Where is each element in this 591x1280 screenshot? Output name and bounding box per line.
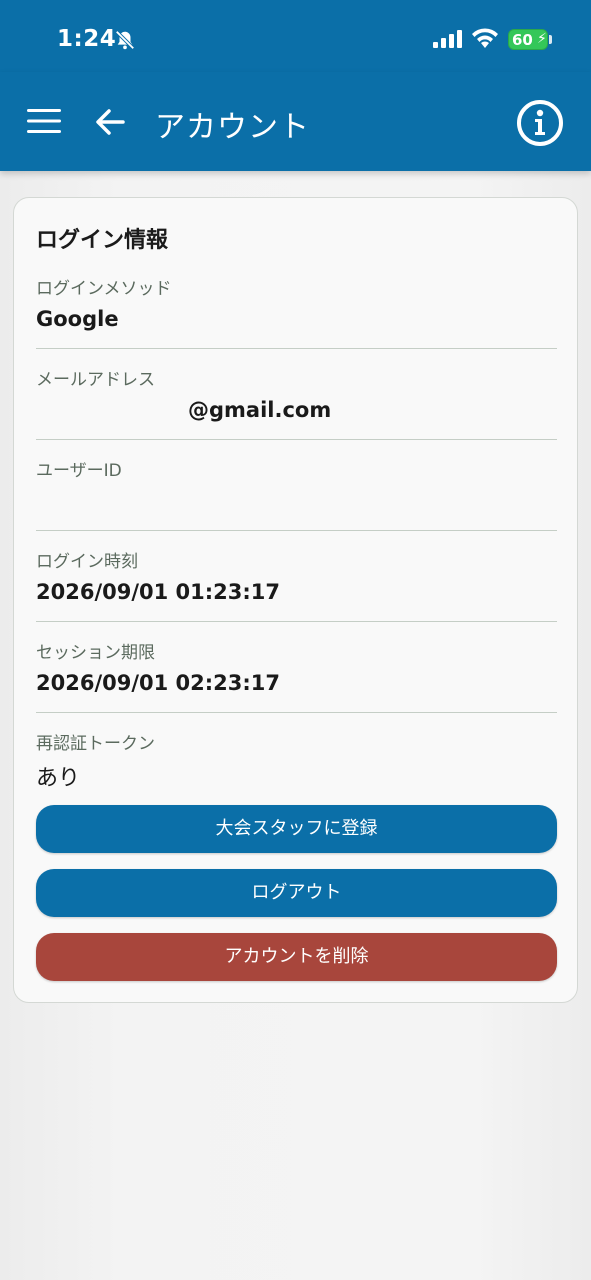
field-label: ユーザーID — [36, 461, 122, 481]
login-time-field: ログイン時刻 2026/09/01 01:23:17 — [36, 547, 557, 604]
status-time: 1:24 — [57, 26, 117, 52]
account-screen: 1:24 60 ⚡ アカウント ログイン情報 ログインメソッド Google メ… — [0, 0, 591, 1280]
session-expiry-field: セッション期限 2026/09/01 02:23:17 — [36, 638, 557, 695]
field-label: ログイン時刻 — [36, 552, 138, 572]
field-label: 再認証トークン — [36, 734, 155, 754]
email-field: メールアドレス @gmail.com — [36, 365, 557, 422]
field-value: Google — [36, 307, 119, 331]
reauth-token-field: 再認証トークン あり — [36, 729, 557, 792]
bell-slash-icon — [115, 30, 135, 50]
login-info-card: ログイン情報 ログインメソッド Google メールアドレス @gmail.co… — [13, 197, 578, 1003]
field-label: セッション期限 — [36, 643, 155, 663]
divider — [36, 621, 557, 622]
divider — [36, 712, 557, 713]
battery-level: 60 — [512, 31, 533, 49]
field-label: メールアドレス — [36, 370, 155, 390]
field-value: 2026/09/01 02:23:17 — [36, 671, 281, 695]
battery-cap — [549, 35, 552, 44]
register-staff-button[interactable]: 大会スタッフに登録 — [36, 805, 557, 853]
cellular-signal-icon — [433, 30, 462, 48]
divider — [36, 348, 557, 349]
hamburger-menu-icon[interactable] — [27, 108, 61, 134]
app-bar: アカウント — [0, 72, 591, 171]
page-title: アカウント — [155, 110, 310, 145]
field-value: @gmail.com — [188, 398, 332, 422]
user-id-field: ユーザーID — [36, 456, 557, 519]
logout-button[interactable]: ログアウト — [36, 869, 557, 917]
divider — [36, 439, 557, 440]
field-value: あり — [36, 766, 81, 791]
wifi-icon — [472, 28, 498, 48]
field-label: ログインメソッド — [36, 279, 172, 299]
login-method-field: ログインメソッド Google — [36, 274, 557, 331]
divider — [36, 530, 557, 531]
arrow-left-icon[interactable] — [95, 108, 125, 136]
delete-account-button[interactable]: アカウントを削除 — [36, 933, 557, 981]
bolt-icon: ⚡ — [537, 31, 547, 47]
status-bar: 1:24 60 ⚡ — [0, 0, 591, 72]
card-title: ログイン情報 — [36, 228, 169, 253]
field-value: 2026/09/01 01:23:17 — [36, 580, 281, 604]
field-value — [36, 489, 557, 519]
info-circle-icon[interactable] — [515, 98, 565, 148]
battery-charging-icon: 60 ⚡ — [508, 29, 548, 50]
